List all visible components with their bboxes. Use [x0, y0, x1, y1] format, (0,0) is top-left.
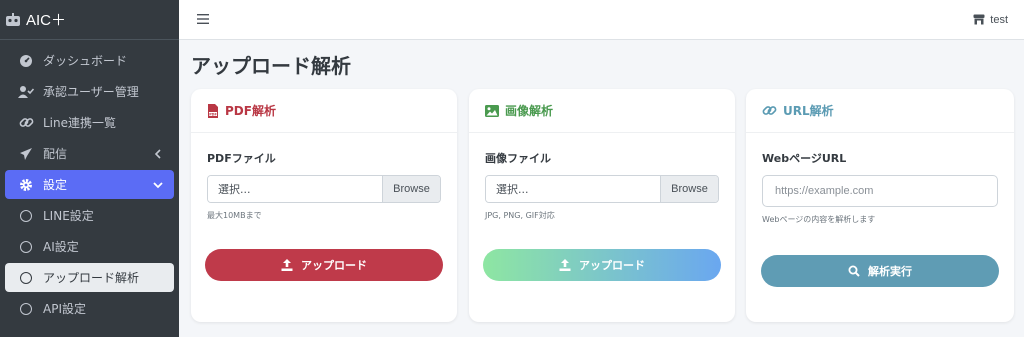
analyze-button[interactable]: 解析実行	[761, 255, 999, 287]
sidebar-item-dashboard[interactable]: ダッシュボード	[5, 46, 174, 75]
pdf-upload-button[interactable]: アップロード	[205, 249, 443, 281]
file-input-value[interactable]: 選択...	[486, 176, 660, 202]
sidebar-item-line-settings[interactable]: LINE設定	[5, 201, 174, 230]
sidebar-item-label: Line連携一覧	[43, 116, 117, 130]
help-text: 最大10MBまで	[207, 211, 262, 220]
image-upload-button[interactable]: アップロード	[483, 249, 721, 281]
sidebar-item-label: 配信	[43, 147, 68, 161]
image-file-input[interactable]: 選択... Browse	[485, 175, 719, 203]
upload-icon	[559, 259, 571, 271]
sidebar-item-label: ダッシュボード	[43, 54, 128, 68]
sidebar: AIC＋ ダッシュボード 承認ユーザー管理 Line連携一覧 配信 設定 LIN…	[0, 0, 179, 337]
image-card: 画像解析 画像ファイル 選択... Browse JPG, PNG, GIF対応…	[469, 89, 735, 322]
browse-button[interactable]: Browse	[660, 176, 718, 202]
hamburger-icon[interactable]	[197, 12, 209, 28]
help-text: JPG, PNG, GIF対応	[485, 211, 555, 220]
main-content: アップロード解析 PDF PDF解析 PDFファイル 選択... Browse …	[179, 40, 1024, 337]
card-header: PDF PDF解析	[191, 89, 457, 133]
gauge-icon	[17, 52, 35, 70]
image-icon	[485, 104, 499, 117]
circle-icon	[17, 207, 35, 225]
card-title: PDF解析	[225, 104, 276, 118]
sidebar-item-delivery[interactable]: 配信	[5, 139, 174, 168]
card-header: URL解析	[746, 89, 1014, 133]
sidebar-item-approved-users[interactable]: 承認ユーザー管理	[5, 77, 174, 106]
upload-icon	[281, 259, 293, 271]
url-card: URL解析 WebページURL https://example.com Webペ…	[746, 89, 1014, 322]
card-header: 画像解析	[469, 89, 735, 133]
sidebar-item-label: AI設定	[43, 240, 79, 254]
url-input[interactable]: https://example.com	[762, 175, 998, 207]
help-text: Webページの内容を解析します	[762, 215, 876, 224]
robot-icon	[4, 12, 22, 28]
user-menu[interactable]: test	[973, 14, 1008, 26]
chevron-left-icon	[150, 148, 166, 159]
card-title: URL解析	[783, 104, 834, 118]
paper-plane-icon	[17, 145, 35, 163]
sidebar-item-upload-analysis[interactable]: アップロード解析	[5, 263, 174, 292]
brand[interactable]: AIC＋	[0, 0, 179, 40]
svg-text:PDF: PDF	[209, 112, 217, 116]
sidebar-item-label: API設定	[43, 302, 86, 316]
sidebar-item-line-links[interactable]: Line連携一覧	[5, 108, 174, 137]
link-icon	[17, 114, 35, 132]
file-input-value[interactable]: 選択...	[208, 176, 382, 202]
browse-button[interactable]: Browse	[382, 176, 440, 202]
circle-icon	[17, 269, 35, 287]
field-label: 画像ファイル	[485, 152, 551, 165]
sidebar-item-settings[interactable]: 設定	[5, 170, 174, 199]
chevron-down-icon	[150, 181, 166, 189]
button-label: アップロード	[301, 259, 367, 272]
pdf-card: PDF PDF解析 PDFファイル 選択... Browse 最大10MBまで …	[191, 89, 457, 322]
card-title: 画像解析	[505, 104, 554, 118]
topbar: test	[179, 0, 1024, 40]
sidebar-nav: ダッシュボード 承認ユーザー管理 Line連携一覧 配信 設定 LINE設定 A…	[0, 40, 179, 323]
link-icon	[762, 103, 777, 118]
sidebar-item-label: 承認ユーザー管理	[43, 85, 139, 99]
store-icon	[973, 14, 985, 25]
page-title: アップロード解析	[191, 54, 351, 78]
gear-icon	[17, 176, 35, 194]
file-pdf-icon: PDF	[207, 103, 219, 118]
sidebar-item-label: 設定	[43, 178, 68, 192]
circle-icon	[17, 238, 35, 256]
circle-icon	[17, 300, 35, 318]
field-label: PDFファイル	[207, 152, 276, 165]
search-icon	[848, 265, 860, 277]
field-label: WebページURL	[762, 152, 847, 165]
sidebar-item-api-settings[interactable]: API設定	[5, 294, 174, 323]
brand-title: AIC＋	[26, 12, 67, 29]
sidebar-item-label: アップロード解析	[43, 271, 140, 285]
user-label: test	[990, 13, 1008, 26]
button-label: 解析実行	[868, 265, 912, 278]
pdf-file-input[interactable]: 選択... Browse	[207, 175, 441, 203]
user-check-icon	[17, 83, 35, 101]
sidebar-item-ai-settings[interactable]: AI設定	[5, 232, 174, 261]
button-label: アップロード	[579, 259, 645, 272]
sidebar-item-label: LINE設定	[43, 209, 94, 223]
